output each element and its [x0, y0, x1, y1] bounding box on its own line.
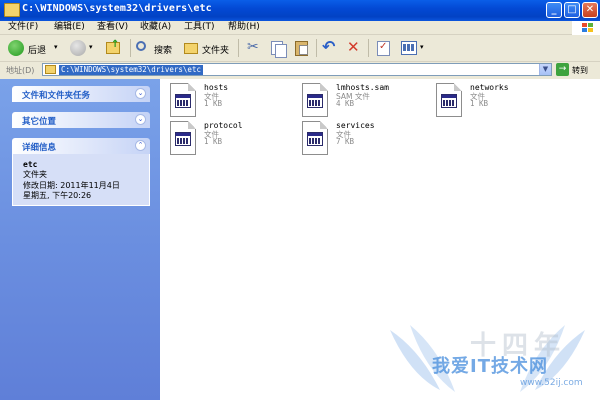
- file-item[interactable]: hosts 文件 1 KB: [170, 83, 300, 121]
- copy-button[interactable]: [268, 38, 288, 58]
- panel-other-places-title: 其它位置: [22, 117, 57, 127]
- delete-x-icon: ✕: [347, 38, 360, 56]
- address-bar: 地址(D) C:\WINDOWS\system32\drivers\etc ▼ …: [0, 62, 600, 78]
- details-type: 文件夹: [23, 170, 47, 179]
- address-value: C:\WINDOWS\system32\drivers\etc: [59, 65, 203, 75]
- go-button[interactable]: 转到: [572, 65, 588, 76]
- folder-icon: [4, 3, 20, 17]
- forward-dropdown-icon[interactable]: ▾: [89, 43, 93, 51]
- up-arrow-icon: ↑: [111, 39, 120, 50]
- up-folder-button[interactable]: ↑: [104, 38, 124, 58]
- details-body: etc 文件夹 修改日期: 2011年11月4日 星期五, 下午20:26: [12, 154, 150, 206]
- scissors-icon: ✂: [247, 39, 259, 55]
- back-label: 后退: [28, 46, 47, 56]
- menu-favorites[interactable]: 收藏(A): [140, 21, 171, 34]
- details-name: etc: [23, 160, 38, 169]
- minimize-button[interactable]: _: [546, 2, 562, 18]
- cut-button[interactable]: ✂: [244, 38, 264, 58]
- menu-bar: 文件(F) 编辑(E) 查看(V) 收藏(A) 工具(T) 帮助(H): [0, 21, 600, 35]
- system-file-icon: [302, 121, 328, 155]
- folder-icon: [45, 65, 56, 74]
- back-button[interactable]: 后退 ▾: [6, 38, 62, 58]
- title-bar[interactable]: C:\WINDOWS\system32\drivers\etc _ □ ✕: [0, 0, 600, 21]
- watermark-site: www.52ij.com: [520, 378, 583, 388]
- maximize-button[interactable]: □: [564, 2, 580, 18]
- search-icon: [136, 41, 146, 51]
- explorer-window: C:\WINDOWS\system32\drivers\etc _ □ ✕ 文件…: [0, 0, 600, 400]
- system-file-icon: [436, 83, 462, 117]
- toolbar-divider: [130, 39, 131, 57]
- file-item[interactable]: networks 文件 1 KB: [436, 83, 566, 121]
- back-arrow-icon: [8, 40, 24, 56]
- task-pane: 文件和文件夹任务 ⌄ 其它位置 ⌄ 详细信息 ⌃ etc 文件夹 修改日期: 2…: [0, 79, 160, 400]
- address-dropdown-icon[interactable]: ▼: [539, 64, 551, 75]
- details-day-time: 星期五, 下午20:26: [23, 191, 92, 200]
- undo-icon: ↶: [322, 37, 336, 56]
- file-size: 4 KB: [336, 99, 355, 108]
- system-file-icon: [302, 83, 328, 117]
- file-size: 1 KB: [470, 99, 489, 108]
- folders-icon: [184, 43, 198, 54]
- toolbar-divider: [368, 39, 369, 57]
- search-label: 搜索: [154, 46, 173, 56]
- chevron-down-icon[interactable]: ⌄: [135, 88, 146, 99]
- menu-edit[interactable]: 编辑(E): [54, 21, 85, 34]
- views-button[interactable]: ▾: [398, 38, 428, 58]
- undo-button[interactable]: ↶: [320, 37, 340, 58]
- folders-label: 文件夹: [202, 46, 230, 56]
- file-item[interactable]: services 文件 7 KB: [302, 121, 432, 159]
- paste-button[interactable]: [292, 38, 312, 58]
- menu-view[interactable]: 查看(V): [97, 21, 128, 34]
- menu-tools[interactable]: 工具(T): [184, 21, 215, 34]
- toolbar-divider: [316, 39, 317, 57]
- panel-file-tasks[interactable]: 文件和文件夹任务 ⌄: [12, 86, 150, 102]
- delete-button[interactable]: ✕: [344, 38, 364, 58]
- chevron-down-icon[interactable]: ⌄: [135, 114, 146, 125]
- file-size: 7 KB: [336, 137, 355, 146]
- menu-file[interactable]: 文件(F): [8, 21, 38, 34]
- address-label: 地址(D): [6, 66, 35, 75]
- file-size: 1 KB: [204, 99, 223, 108]
- back-dropdown-icon[interactable]: ▾: [54, 43, 58, 51]
- forward-button[interactable]: ▾: [68, 38, 96, 58]
- window-title: C:\WINDOWS\system32\drivers\etc: [22, 3, 212, 14]
- menu-help[interactable]: 帮助(H): [228, 21, 260, 34]
- search-button[interactable]: 搜索: [134, 38, 178, 58]
- properties-button[interactable]: ✓: [374, 38, 394, 58]
- address-input[interactable]: C:\WINDOWS\system32\drivers\etc ▼: [42, 63, 552, 76]
- close-button[interactable]: ✕: [582, 2, 598, 18]
- system-file-icon: [170, 83, 196, 117]
- panel-details-title: 详细信息: [22, 143, 57, 153]
- watermark-brand: 我爱IT技术网: [432, 356, 548, 377]
- chevron-up-icon[interactable]: ⌃: [135, 140, 146, 151]
- file-size: 1 KB: [204, 137, 223, 146]
- panel-details[interactable]: 详细信息 ⌃: [12, 138, 150, 154]
- windows-flag-icon: [582, 23, 594, 33]
- file-item[interactable]: protocol 文件 1 KB: [170, 121, 300, 159]
- toolbar: 后退 ▾ ▾ ↑ 搜索 文件夹 ✂ ↶ ✕ ✓ ▾: [0, 35, 600, 62]
- toolbar-divider: [238, 39, 239, 57]
- go-arrow-icon[interactable]: →: [556, 63, 569, 76]
- views-dropdown-icon: ▾: [420, 43, 424, 51]
- panel-other-places[interactable]: 其它位置 ⌄: [12, 112, 150, 128]
- file-item[interactable]: lmhosts.sam SAM 文件 4 KB: [302, 83, 432, 121]
- system-file-icon: [170, 121, 196, 155]
- folders-button[interactable]: 文件夹: [182, 38, 234, 58]
- panel-file-tasks-title: 文件和文件夹任务: [22, 91, 91, 101]
- forward-arrow-icon: [70, 40, 86, 56]
